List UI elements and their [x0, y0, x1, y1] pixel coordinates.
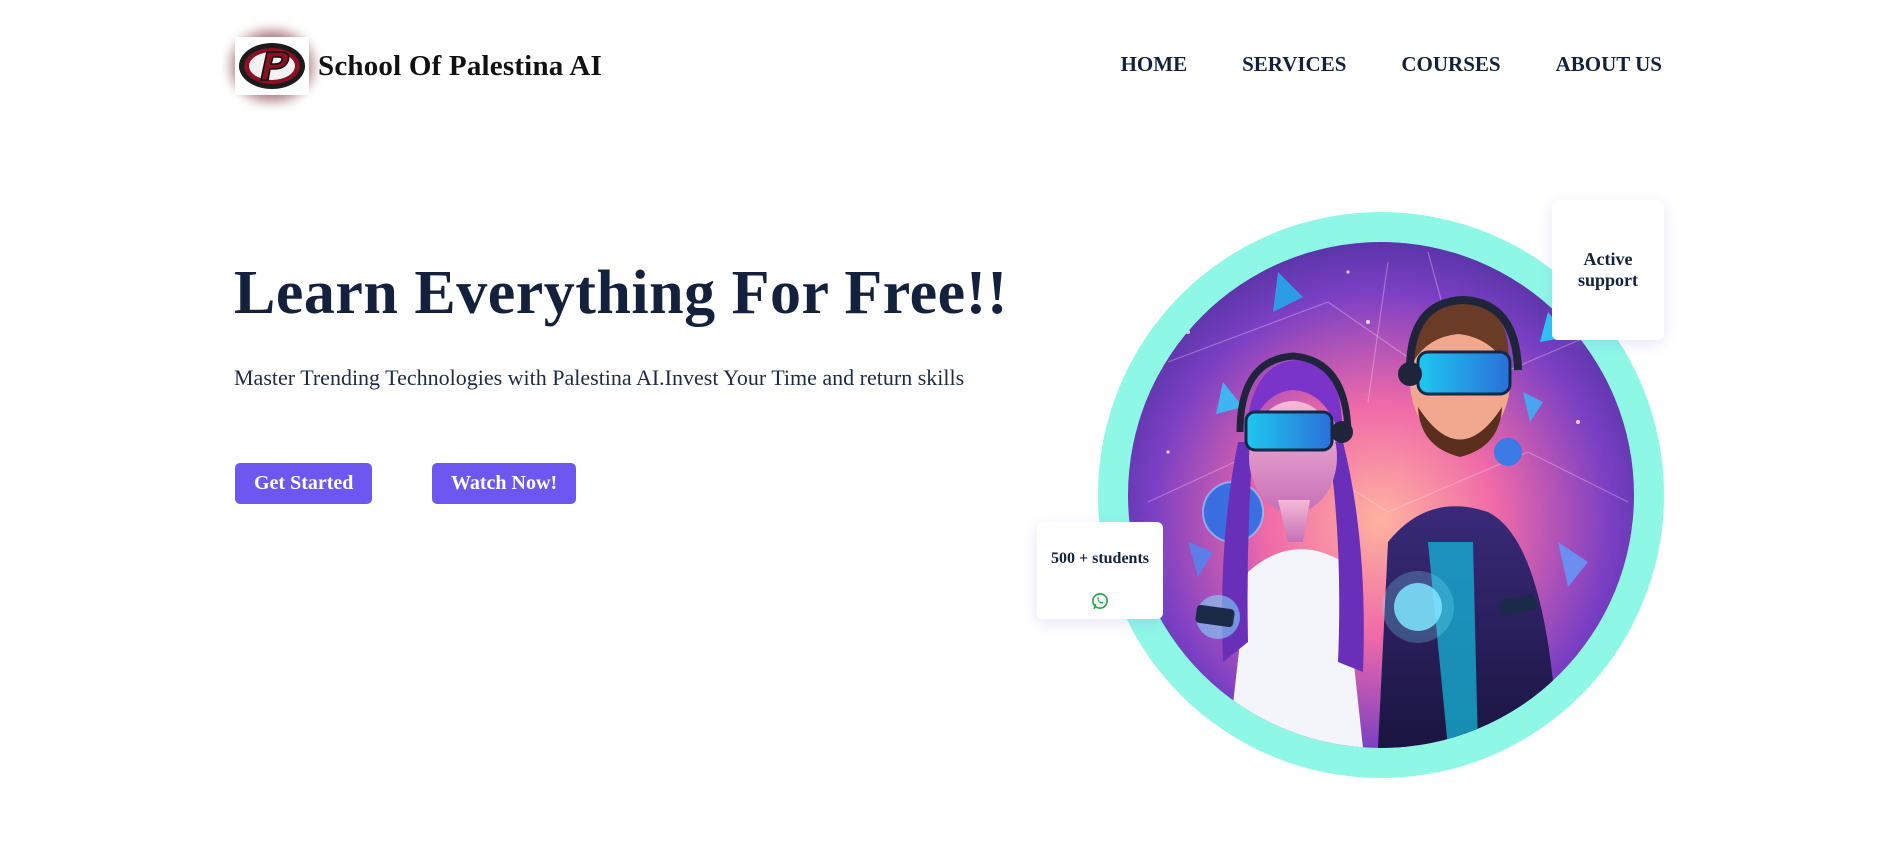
brand-logo-link[interactable]: School Of Palestina AI	[226, 26, 602, 106]
hero-title: Learn Everything For Free!!	[234, 259, 1008, 327]
active-support-card: Active support	[1552, 200, 1664, 340]
nav-about-us[interactable]: ABOUT US	[1556, 52, 1662, 77]
nav-courses[interactable]: COURSES	[1401, 52, 1500, 77]
hero-subtitle: Master Trending Technologies with Palest…	[234, 365, 965, 390]
whatsapp-icon[interactable]	[1091, 592, 1109, 610]
nav-services[interactable]: SERVICES	[1242, 52, 1346, 77]
students-card: 500 + students	[1037, 522, 1163, 619]
nav-home[interactable]: HOME	[1121, 52, 1188, 77]
watch-now-button[interactable]: Watch Now!	[432, 463, 577, 504]
get-started-button[interactable]: Get Started	[235, 463, 373, 504]
logo-icon	[226, 26, 318, 106]
brand-name: School Of Palestina AI	[318, 49, 602, 82]
students-count: 500 + students	[1050, 550, 1150, 567]
active-support-label: Active support	[1577, 249, 1639, 290]
main-nav: HOME SERVICES COURSES ABOUT US	[1121, 52, 1662, 77]
